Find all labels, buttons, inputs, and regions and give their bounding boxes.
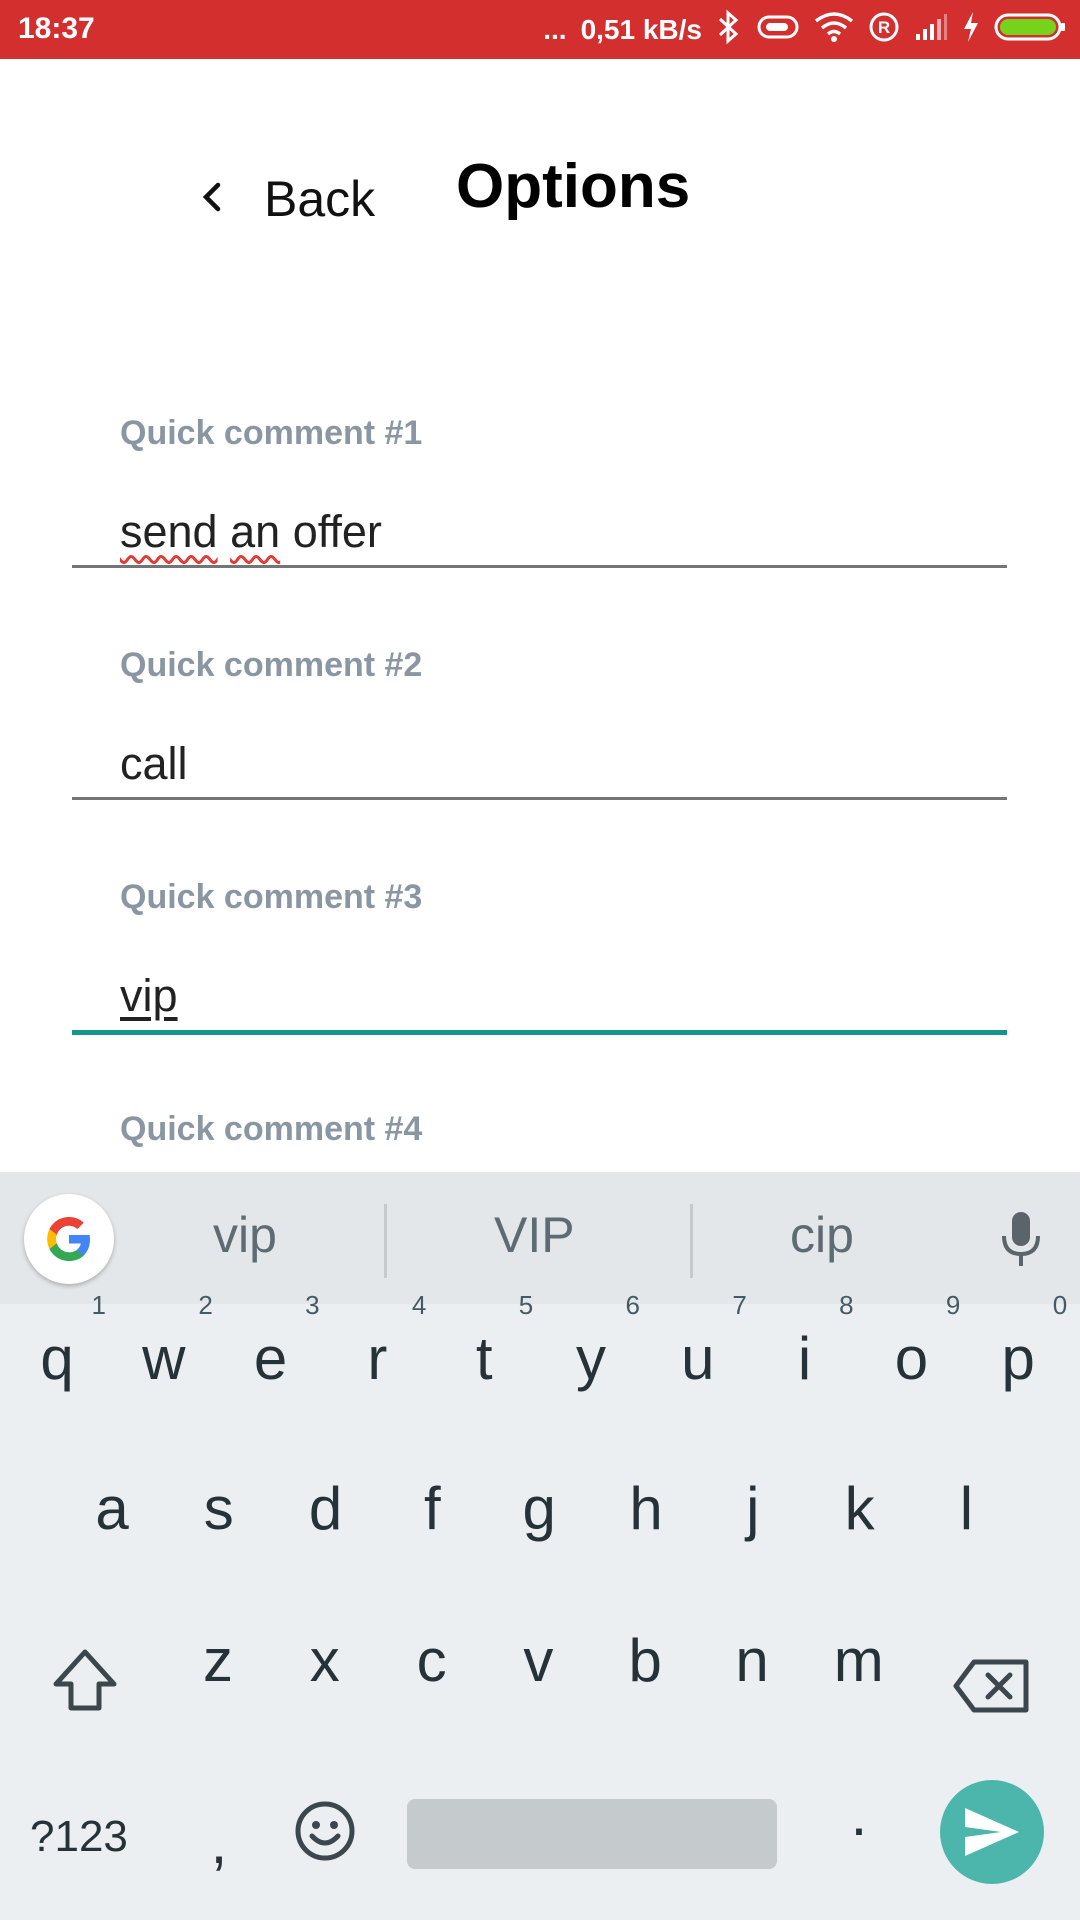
send-icon [965,1808,1019,1856]
status-icons: ... 0,51 kB/s R [543,8,1066,52]
quick-comment-2-field[interactable]: Quick comment #2 call [72,642,1007,802]
key-number-hint: 8 [839,1290,854,1320]
key-f[interactable]: f [379,1474,485,1543]
misspelled-word: send [120,506,218,557]
value-word: offer [292,506,382,557]
key-letter: y [576,1325,606,1392]
suggestion-3[interactable]: cip [790,1206,854,1264]
key-number-hint: 2 [198,1290,213,1320]
vpn-icon [756,12,800,49]
key-e[interactable]: e3 [218,1290,324,1393]
back-button[interactable]: Back [200,159,375,239]
key-w[interactable]: w2 [111,1290,217,1393]
signal-icon [914,12,948,49]
key-t[interactable]: t5 [431,1290,537,1393]
key-number-hint: 1 [91,1290,106,1320]
key-letter: t [475,1325,493,1392]
charging-icon [962,11,980,50]
page-title: Options [456,152,691,221]
quick-comment-1-field[interactable]: Quick comment #1 send an offer [72,410,1007,570]
field-underline [72,565,1007,568]
period-key[interactable]: . [806,1780,912,1849]
key-letter: r [367,1325,388,1392]
key-c[interactable]: c [379,1626,485,1695]
network-speed: 0,51 kB/s [580,14,702,45]
key-g[interactable]: g [486,1474,592,1543]
field-label: Quick comment #1 [120,414,423,452]
field-underline [72,797,1007,800]
keyboard: vip VIP cip q1w2e3r4t5y6u7i8o9p0 asdfghj… [0,1172,1080,1920]
key-k[interactable]: k [807,1474,913,1543]
status-bar: 18:37 ... 0,51 kB/s R [0,0,1080,59]
key-q[interactable]: q1 [4,1290,110,1393]
wifi-icon [814,11,854,50]
field-label: Quick comment #3 [120,878,423,916]
key-letter: u [681,1325,715,1392]
key-u[interactable]: u7 [645,1290,751,1393]
key-letter: w [142,1325,186,1392]
emoji-icon[interactable] [294,1800,356,1867]
field-label: Quick comment #2 [120,646,423,684]
key-number-hint: 7 [732,1290,747,1320]
space-key[interactable] [407,1799,777,1869]
quick-comment-3-input[interactable]: vip [120,970,178,1022]
key-l[interactable]: l [913,1474,1019,1543]
battery-icon [994,12,1066,49]
key-number-hint: 0 [1052,1290,1068,1320]
suggestion-divider [690,1204,693,1278]
chevron-left-icon [200,177,224,222]
key-h[interactable]: h [593,1474,699,1543]
key-number-hint: 6 [625,1290,640,1320]
key-number-hint: 9 [945,1290,961,1320]
suggestion-1[interactable]: vip [213,1206,277,1264]
key-number-hint: 4 [411,1290,427,1320]
key-s[interactable]: s [166,1474,272,1543]
comma-key[interactable]: , [166,1808,272,1877]
key-m[interactable]: m [806,1626,912,1695]
status-time: 18:37 [18,12,95,45]
key-i[interactable]: i8 [752,1290,858,1393]
key-y[interactable]: y6 [538,1290,644,1393]
header: Back Options [0,59,1080,319]
key-b[interactable]: b [592,1626,698,1695]
quick-comment-4-field[interactable]: Quick comment #4 [72,1106,1007,1166]
key-number-hint: 5 [518,1290,534,1320]
key-d[interactable]: d [273,1474,379,1543]
quick-comment-1-input[interactable]: send an offer [120,506,382,558]
suggestion-2[interactable]: VIP [494,1206,575,1264]
send-button[interactable] [940,1780,1044,1884]
backspace-key[interactable] [952,1656,1032,1721]
key-p[interactable]: p0 [965,1290,1071,1393]
key-n[interactable]: n [699,1626,805,1695]
key-a[interactable]: a [59,1474,165,1543]
roaming-icon: R [868,11,900,50]
more-notifications-dots: ... [543,14,567,45]
google-icon[interactable] [24,1194,114,1284]
key-letter: i [797,1325,812,1392]
shift-key[interactable] [50,1646,120,1721]
key-x[interactable]: x [272,1626,378,1695]
key-o[interactable]: o9 [858,1290,964,1393]
key-number-hint: 3 [305,1290,320,1320]
misspelled-word: an [230,506,281,557]
quick-comment-3-field[interactable]: Quick comment #3 vip [72,874,1007,1038]
key-j[interactable]: j [700,1474,806,1543]
key-letter: q [40,1325,74,1392]
key-letter: p [1001,1325,1035,1392]
bluetooth-icon [716,9,742,51]
suggestion-bar: vip VIP cip [0,1172,1080,1304]
key-r[interactable]: r4 [324,1290,430,1393]
field-label: Quick comment #4 [120,1110,423,1148]
key-letter: o [894,1325,929,1392]
svg-text:R: R [878,18,890,37]
key-z[interactable]: z [165,1626,271,1695]
symbols-key[interactable]: ?123 [30,1812,128,1862]
microphone-icon[interactable] [996,1210,1046,1275]
key-v[interactable]: v [485,1626,591,1695]
field-underline-active [72,1030,1007,1035]
back-label: Back [264,171,376,227]
quick-comment-2-input[interactable]: call [120,738,188,790]
suggestion-divider [384,1204,387,1278]
key-letter: e [253,1325,288,1392]
